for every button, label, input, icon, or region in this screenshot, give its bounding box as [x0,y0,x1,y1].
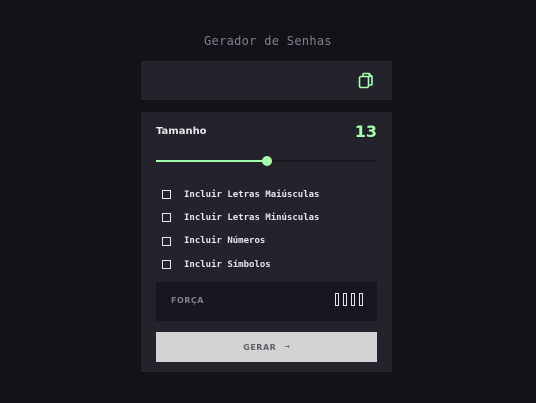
option-label: Incluir Números [184,236,266,247]
option-numbers[interactable]: Incluir Números [162,230,319,253]
option-lowercase[interactable]: Incluir Letras Minúsculas [162,206,319,229]
slider-thumb[interactable] [261,156,272,166]
option-label: Incluir Símbolos [184,259,271,270]
password-output [141,61,392,100]
strength-bar [335,293,339,306]
option-symbols[interactable]: Incluir Símbolos [162,253,319,276]
strength-bar [343,293,347,306]
arrow-right-icon: → [284,341,290,352]
settings-panel: Tamanho 13 Incluir Letras Maiúsculas Inc… [141,112,392,372]
uppercase-checkbox[interactable] [162,190,171,200]
length-slider[interactable] [156,156,377,166]
lowercase-checkbox[interactable] [162,213,171,223]
numbers-checkbox[interactable] [162,236,171,246]
symbols-checkbox[interactable] [162,260,171,270]
strength-label: FORÇA [171,296,204,305]
option-label: Incluir Letras Maiúsculas [184,189,320,200]
length-label: Tamanho [156,126,207,137]
generate-button-label: GERAR [243,342,277,352]
generate-button[interactable]: GERAR → [156,332,377,362]
options-list: Incluir Letras Maiúsculas Incluir Letras… [162,183,319,276]
option-uppercase[interactable]: Incluir Letras Maiúsculas [162,183,319,206]
strength-bars [335,293,363,306]
strength-meter: FORÇA [156,282,377,321]
slider-fill [156,160,267,162]
length-value: 13 [354,122,377,141]
copy-icon[interactable] [358,72,374,89]
strength-bar [351,293,355,306]
strength-bar [359,293,363,306]
option-label: Incluir Letras Minúsculas [184,212,320,223]
app-title: Gerador de Senhas [204,34,332,48]
